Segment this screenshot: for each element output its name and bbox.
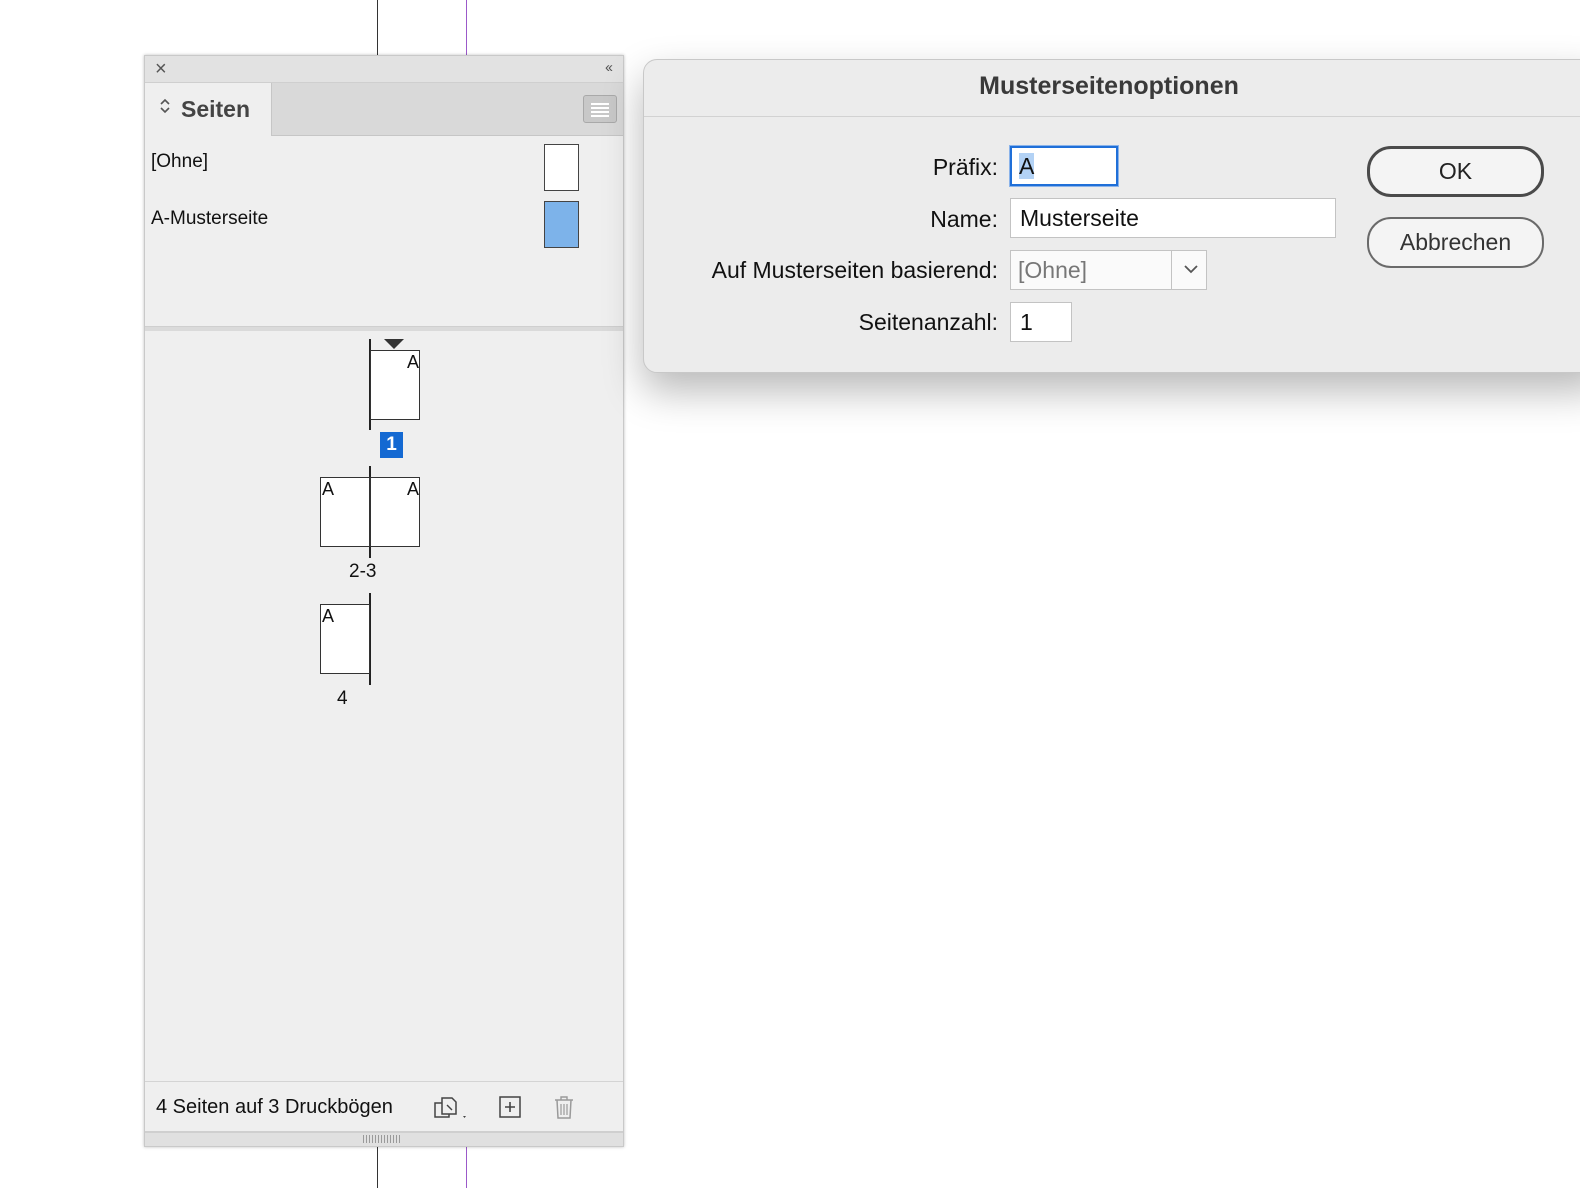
prefix-value: A (1019, 153, 1035, 179)
panel-tabbar: Seiten (145, 83, 623, 136)
ok-button[interactable]: OK (1367, 146, 1544, 197)
prefix-label: Präfix: (932, 154, 998, 180)
pages-panel: × ‹‹ Seiten [Ohne] A-Musterseite A 1 A A (144, 55, 624, 1147)
tab-label: Seiten (181, 96, 251, 122)
spread-number-2-3[interactable]: 2-3 (349, 561, 376, 583)
page-count-label: Seitenanzahl: (858, 309, 998, 335)
chevron-down-icon[interactable] (1179, 257, 1203, 281)
cancel-button[interactable]: Abbrechen (1367, 217, 1544, 268)
page-number-4[interactable]: 4 (337, 688, 348, 710)
master-thumb-none[interactable] (544, 144, 579, 191)
dialog-separator (644, 116, 1580, 117)
trash-icon[interactable] (551, 1094, 577, 1120)
page-master-letter: A (406, 479, 419, 499)
based-on-select[interactable]: [Ohne] (1010, 250, 1207, 290)
master-item-a[interactable]: A-Musterseite (151, 208, 268, 230)
prefix-input[interactable]: A (1010, 146, 1118, 186)
new-page-icon[interactable] (497, 1094, 523, 1120)
guide-line-bottom-purple (466, 1146, 467, 1188)
updown-arrow-icon (159, 97, 171, 119)
master-options-dialog: Musterseitenoptionen Präfix: A Name: Mus… (643, 59, 1580, 373)
grip-icon (363, 1135, 401, 1143)
panel-footer: 4 Seiten auf 3 Druckbögen (145, 1081, 623, 1132)
page-number-1[interactable]: 1 (380, 432, 403, 458)
panel-titlebar[interactable]: × ‹‹ (145, 56, 623, 83)
based-on-label: Auf Musterseiten basierend: (711, 257, 998, 283)
collapse-icon[interactable]: ‹‹ (605, 59, 613, 76)
name-label: Name: (930, 206, 998, 232)
tab-seiten[interactable]: Seiten (145, 83, 272, 136)
based-on-value: [Ohne] (1018, 257, 1088, 283)
page-thumbnail-4[interactable]: A (320, 604, 370, 674)
page-count-input[interactable]: 1 (1010, 302, 1072, 342)
name-input[interactable]: Musterseite (1010, 198, 1336, 238)
dropdown-separator (1171, 251, 1172, 289)
master-item-none[interactable]: [Ohne] (151, 151, 208, 173)
edit-page-size-icon[interactable] (434, 1094, 466, 1120)
page-thumbnail-3[interactable]: A (370, 477, 420, 547)
page-master-letter: A (322, 479, 335, 499)
page-master-letter: A (406, 352, 419, 372)
panel-resize-handle[interactable] (145, 1131, 623, 1146)
guide-line-bottom (377, 1146, 378, 1188)
guide-line-top-purple (466, 0, 467, 55)
guide-line-top (377, 0, 378, 55)
close-icon[interactable]: × (155, 58, 167, 80)
section-divider[interactable] (145, 326, 623, 331)
panel-menu-icon[interactable] (583, 95, 617, 123)
page-master-letter: A (322, 606, 335, 626)
footer-status: 4 Seiten auf 3 Druckbögen (156, 1096, 393, 1118)
page-thumbnail-1[interactable]: A (370, 350, 420, 420)
master-thumb-a[interactable] (544, 201, 579, 248)
page-thumbnail-2[interactable]: A (320, 477, 370, 547)
dialog-title: Musterseitenoptionen (979, 72, 1239, 100)
section-start-marker-icon (384, 339, 404, 349)
